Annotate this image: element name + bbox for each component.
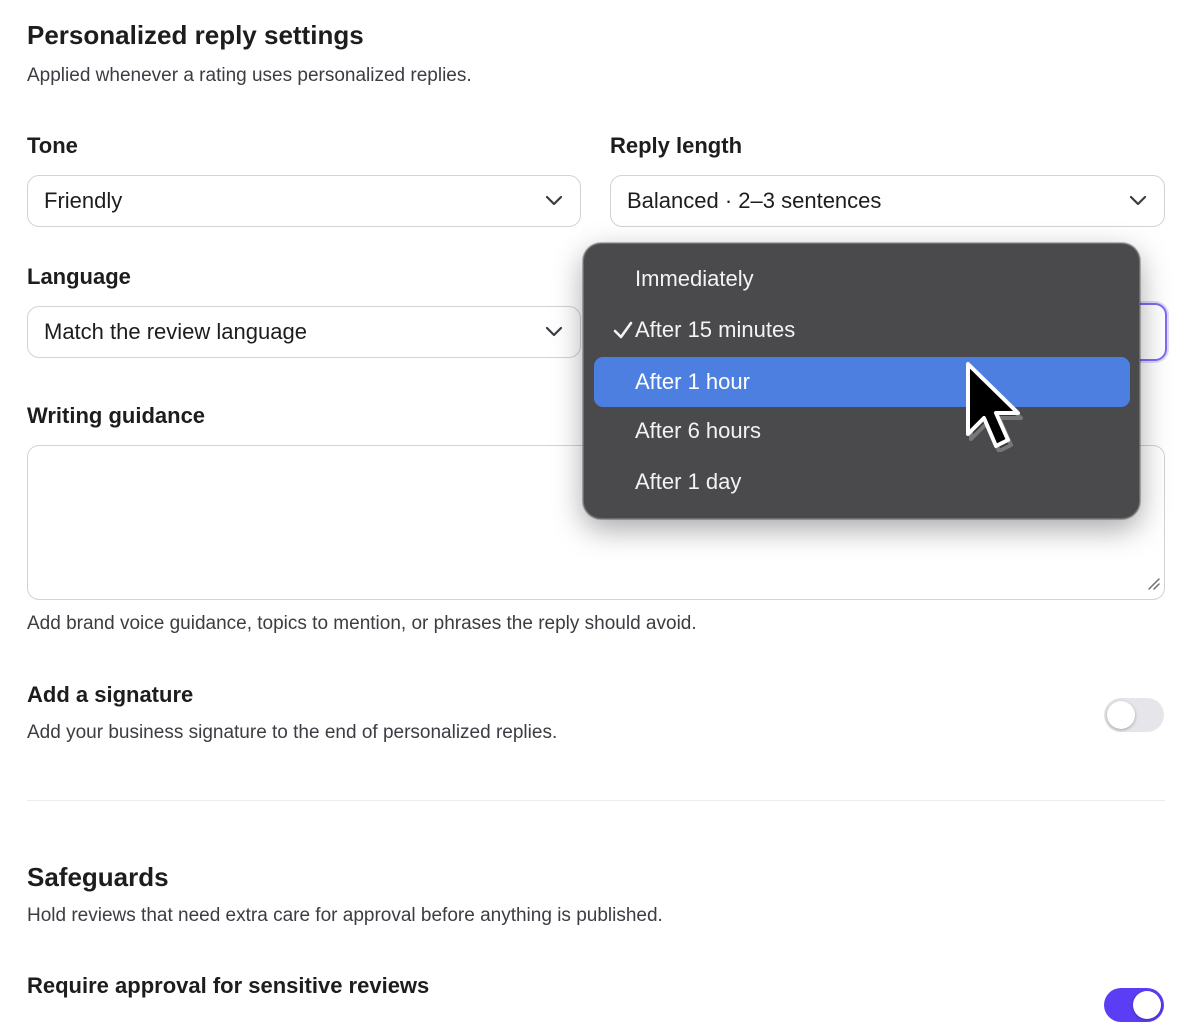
publish-delay-menu: Immediately After 15 minutes After 1 hou…	[583, 243, 1140, 519]
tone-select[interactable]: Friendly	[27, 175, 581, 227]
reply-length-select[interactable]: Balanced · 2–3 sentences	[610, 175, 1165, 227]
safeguards-subtitle: Hold reviews that need extra care for ap…	[27, 905, 663, 926]
require-approval-label: Require approval for sensitive reviews	[27, 973, 430, 998]
writing-guidance-helper: Add brand voice guidance, topics to ment…	[27, 613, 697, 634]
menu-item-after-1-hour[interactable]: After 1 hour	[594, 357, 1130, 407]
signature-label: Add a signature	[27, 682, 194, 707]
safeguards-title: Safeguards	[27, 862, 169, 892]
require-approval-toggle[interactable]	[1104, 988, 1164, 1022]
writing-guidance-label: Writing guidance	[27, 403, 206, 428]
menu-item-after-1-day[interactable]: After 1 day	[594, 457, 1130, 507]
reply-length-label: Reply length	[610, 133, 743, 158]
menu-item-after-15-minutes[interactable]: After 15 minutes	[594, 305, 1130, 355]
resize-handle-icon[interactable]	[1146, 576, 1160, 595]
checkmark-icon	[613, 321, 633, 339]
menu-item-after-6-hours[interactable]: After 6 hours	[594, 406, 1130, 456]
tone-label: Tone	[27, 133, 78, 158]
tone-value: Friendly	[44, 188, 123, 213]
reply-length-value: Balanced · 2–3 sentences	[627, 188, 882, 213]
toggle-knob	[1133, 991, 1161, 1019]
chevron-down-icon	[544, 322, 564, 342]
section-subtitle: Applied whenever a rating uses personali…	[27, 65, 472, 86]
chevron-down-icon	[544, 191, 564, 211]
language-label: Language	[27, 264, 131, 289]
language-value: Match the review language	[44, 319, 307, 344]
chevron-down-icon	[1128, 191, 1148, 211]
menu-item-immediately[interactable]: Immediately	[594, 254, 1130, 304]
signature-description: Add your business signature to the end o…	[27, 722, 558, 743]
language-select[interactable]: Match the review language	[27, 306, 581, 358]
toggle-knob	[1107, 701, 1135, 729]
section-divider	[27, 800, 1165, 801]
section-title: Personalized reply settings	[27, 20, 364, 50]
mouse-pointer-icon	[966, 362, 1023, 452]
signature-toggle[interactable]	[1104, 698, 1164, 732]
